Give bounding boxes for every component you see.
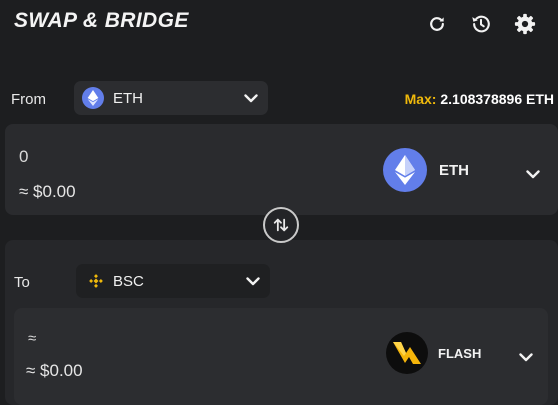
from-amount-card — [5, 124, 558, 215]
chevron-down-icon — [246, 276, 260, 286]
to-usd-value: ≈ $0.00 — [26, 361, 83, 380]
eth-token-icon — [383, 148, 427, 192]
swap-direction-button[interactable] — [263, 207, 299, 243]
page-title: SWAP & BRIDGE — [14, 9, 189, 32]
to-token-select[interactable]: FLASH — [386, 332, 481, 374]
refresh-button[interactable] — [424, 11, 450, 37]
to-network-select[interactable]: BSC — [76, 264, 270, 298]
from-amount-input[interactable]: 0 — [19, 147, 28, 167]
to-network-name: BSC — [113, 272, 144, 290]
from-token-name: ETH — [439, 161, 469, 179]
max-label: Max: — [404, 91, 437, 107]
bsc-network-icon — [87, 272, 105, 290]
flash-token-icon — [386, 332, 428, 374]
from-network-name: ETH — [113, 89, 143, 107]
refresh-icon — [430, 17, 444, 31]
to-amount-output: ≈ — [28, 330, 37, 347]
swap-arrows-icon — [273, 218, 289, 232]
from-label: From — [11, 91, 46, 108]
max-value: 2.108378896 ETH — [440, 91, 554, 107]
history-icon — [472, 15, 490, 33]
gear-icon — [514, 13, 536, 35]
chevron-down-icon[interactable] — [526, 166, 540, 184]
from-network-select[interactable]: ETH — [74, 81, 268, 115]
from-token-select[interactable]: ETH — [383, 148, 469, 192]
chevron-down-icon[interactable] — [519, 349, 533, 367]
from-usd-value: ≈ $0.00 — [19, 182, 76, 201]
history-button[interactable] — [468, 11, 494, 37]
chevron-down-icon — [244, 93, 258, 103]
to-token-name: FLASH — [438, 345, 482, 361]
to-label: To — [14, 274, 30, 291]
settings-button[interactable] — [512, 11, 538, 37]
eth-network-icon — [82, 87, 104, 109]
max-balance[interactable]: Max: 2.108378896 ETH — [405, 91, 554, 107]
